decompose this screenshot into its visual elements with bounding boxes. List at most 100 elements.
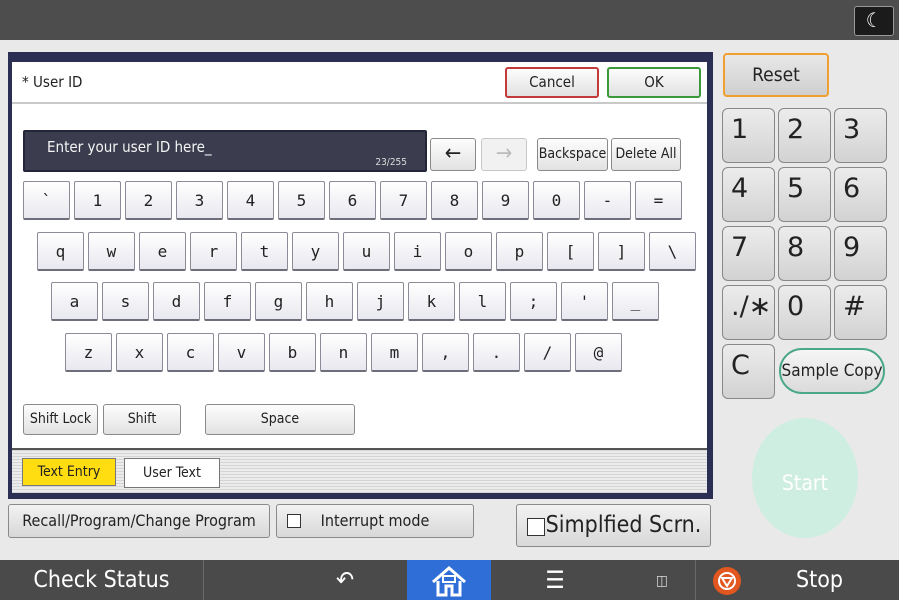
key[interactable]: g bbox=[255, 282, 302, 321]
key[interactable]: r bbox=[190, 232, 237, 271]
key[interactable]: [ bbox=[547, 232, 594, 271]
cursor-right-arrow-icon[interactable]: → bbox=[481, 138, 527, 171]
numpad-key[interactable]: 4 bbox=[722, 167, 775, 222]
key[interactable]: @ bbox=[575, 333, 622, 372]
numpad-key[interactable]: # bbox=[834, 285, 887, 340]
input-text: Enter your user ID here_ bbox=[47, 138, 212, 156]
top-bar bbox=[0, 0, 899, 40]
key[interactable]: q bbox=[37, 232, 84, 271]
key[interactable]: 2 bbox=[125, 181, 172, 220]
key[interactable]: 5 bbox=[278, 181, 325, 220]
storage-icon: ◫ bbox=[656, 573, 668, 589]
checkbox-icon bbox=[527, 518, 545, 536]
key[interactable]: p bbox=[496, 232, 543, 271]
cancel-button[interactable]: Cancel bbox=[505, 67, 599, 98]
stop-icon[interactable] bbox=[713, 567, 741, 595]
key[interactable]: ` bbox=[23, 181, 70, 220]
numpad-key[interactable]: 3 bbox=[834, 108, 887, 163]
stop-label: Stop bbox=[796, 567, 844, 593]
user-id-dialog: * User ID Cancel OK Enter your user ID h… bbox=[8, 52, 713, 499]
tab-strip bbox=[12, 448, 707, 493]
tab-text-entry[interactable]: Text Entry bbox=[22, 458, 116, 486]
key[interactable]: j bbox=[357, 282, 404, 321]
key[interactable]: = bbox=[635, 181, 682, 220]
dialog-body: * User ID Cancel OK Enter your user ID h… bbox=[12, 62, 707, 493]
numpad-key[interactable]: 8 bbox=[778, 226, 831, 281]
key[interactable]: , bbox=[422, 333, 469, 372]
tab-user-text[interactable]: User Text bbox=[124, 458, 220, 488]
cursor-left-arrow-icon[interactable]: ← bbox=[430, 138, 476, 171]
key[interactable]: 0 bbox=[533, 181, 580, 220]
back-icon[interactable]: ↶ bbox=[330, 565, 360, 595]
dialog-header: * User ID Cancel OK bbox=[12, 62, 707, 104]
key[interactable]: 6 bbox=[329, 181, 376, 220]
key[interactable]: h bbox=[306, 282, 353, 321]
numpad-key[interactable]: 2 bbox=[778, 108, 831, 163]
key[interactable]: \ bbox=[649, 232, 696, 271]
key[interactable]: 7 bbox=[380, 181, 427, 220]
key[interactable]: . bbox=[473, 333, 520, 372]
numpad-key[interactable]: 5 bbox=[778, 167, 831, 222]
reset-button[interactable]: Reset bbox=[723, 53, 829, 97]
key[interactable]: / bbox=[524, 333, 571, 372]
key[interactable]: l bbox=[459, 282, 506, 321]
key[interactable]: s bbox=[102, 282, 149, 321]
home-button[interactable] bbox=[407, 560, 491, 600]
numpad-key[interactable]: 7 bbox=[722, 226, 775, 281]
char-count: 23/255 bbox=[375, 157, 407, 168]
key[interactable]: u bbox=[343, 232, 390, 271]
space-button[interactable]: Space bbox=[205, 404, 355, 435]
backspace-button[interactable]: Backspace bbox=[537, 138, 608, 171]
numpad-key[interactable]: 9 bbox=[834, 226, 887, 281]
key[interactable]: d bbox=[153, 282, 200, 321]
key[interactable]: v bbox=[218, 333, 265, 372]
key[interactable]: t bbox=[241, 232, 288, 271]
numpad-key[interactable]: ./∗ bbox=[722, 285, 775, 340]
key[interactable]: 1 bbox=[74, 181, 121, 220]
key[interactable]: a bbox=[51, 282, 98, 321]
key[interactable]: ] bbox=[598, 232, 645, 271]
clear-button[interactable]: C bbox=[722, 344, 775, 399]
key[interactable]: ; bbox=[510, 282, 557, 321]
shift-lock-button[interactable]: Shift Lock bbox=[23, 404, 98, 435]
numpad-key[interactable]: 0 bbox=[778, 285, 831, 340]
menu-icon[interactable]: ☰ bbox=[540, 565, 570, 595]
sample-copy-button[interactable]: Sample Copy bbox=[779, 348, 885, 394]
key[interactable]: _ bbox=[612, 282, 659, 321]
numpad-key[interactable]: 6 bbox=[834, 167, 887, 222]
numpad-key[interactable]: 1 bbox=[722, 108, 775, 163]
key[interactable]: e bbox=[139, 232, 186, 271]
key[interactable]: o bbox=[445, 232, 492, 271]
key[interactable]: b bbox=[269, 333, 316, 372]
checkbox-icon bbox=[287, 514, 301, 528]
dialog-title: * User ID bbox=[22, 73, 83, 91]
key[interactable]: ' bbox=[561, 282, 608, 321]
key[interactable]: - bbox=[584, 181, 631, 220]
interrupt-mode-button[interactable]: Interrupt mode bbox=[276, 504, 474, 538]
simplified-screen-button[interactable]: Simplfied Scrn. bbox=[516, 504, 711, 547]
check-status-button[interactable]: Check Status bbox=[0, 560, 204, 600]
home-icon bbox=[432, 566, 466, 597]
start-button[interactable]: Start bbox=[752, 418, 858, 538]
key[interactable]: w bbox=[88, 232, 135, 271]
delete-all-button[interactable]: Delete All bbox=[611, 138, 681, 171]
key[interactable]: 4 bbox=[227, 181, 274, 220]
key[interactable]: n bbox=[320, 333, 367, 372]
key[interactable]: y bbox=[292, 232, 339, 271]
key[interactable]: 8 bbox=[431, 181, 478, 220]
key[interactable]: i bbox=[394, 232, 441, 271]
shift-button[interactable]: Shift bbox=[103, 404, 181, 435]
recall-program-button[interactable]: Recall/Program/Change Program bbox=[8, 504, 270, 538]
simplified-screen-label: Simplfied Scrn. bbox=[545, 512, 702, 538]
key[interactable]: k bbox=[408, 282, 455, 321]
key[interactable]: c bbox=[167, 333, 214, 372]
key[interactable]: x bbox=[116, 333, 163, 372]
key[interactable]: f bbox=[204, 282, 251, 321]
energy-saver-moon-icon[interactable]: ☾ bbox=[854, 6, 894, 36]
key[interactable]: 3 bbox=[176, 181, 223, 220]
key[interactable]: m bbox=[371, 333, 418, 372]
ok-button[interactable]: OK bbox=[607, 67, 701, 98]
key[interactable]: 9 bbox=[482, 181, 529, 220]
key[interactable]: z bbox=[65, 333, 112, 372]
user-id-input[interactable]: Enter your user ID here_ 23/255 bbox=[23, 130, 427, 172]
